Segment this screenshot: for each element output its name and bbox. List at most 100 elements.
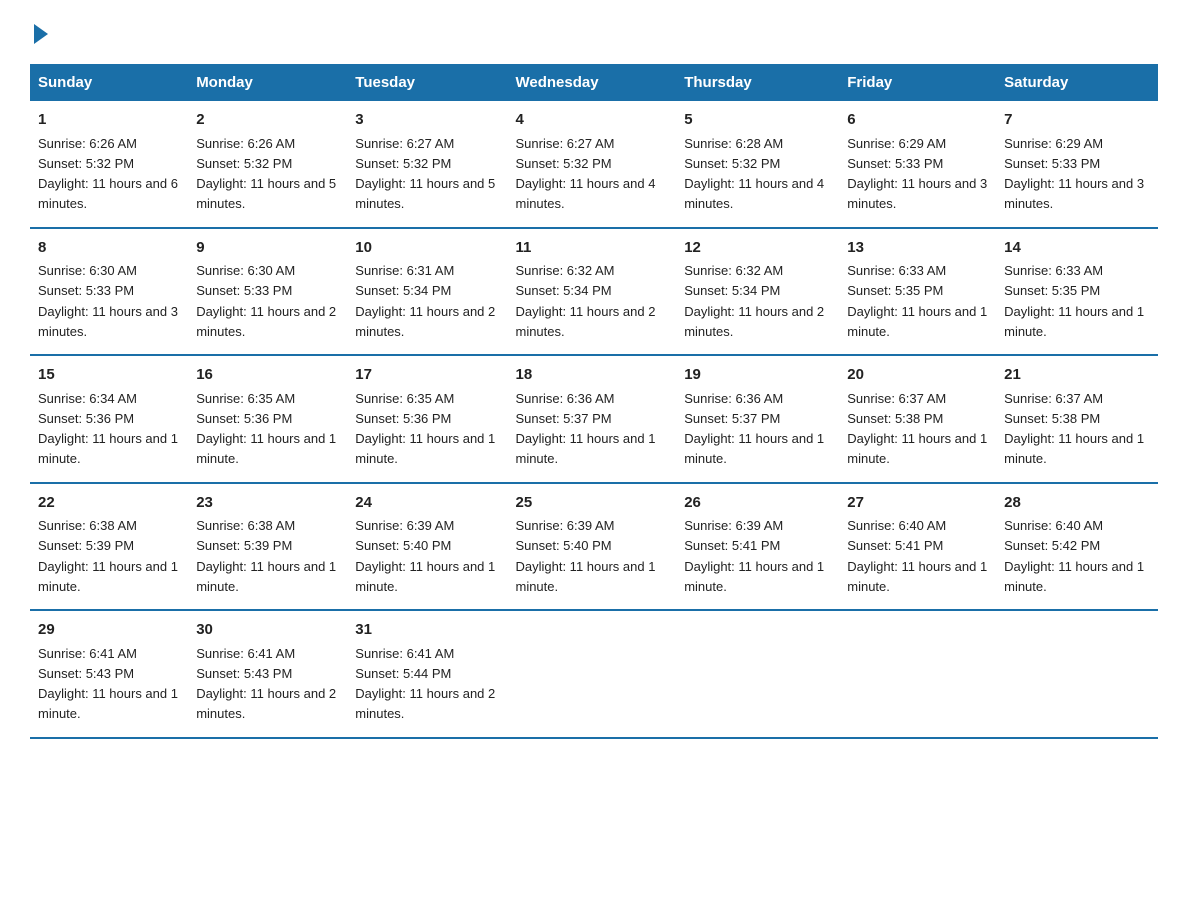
day-cell: 21Sunrise: 6:37 AMSunset: 5:38 PMDayligh… — [996, 355, 1158, 483]
day-number: 25 — [515, 492, 668, 515]
column-header-saturday: Saturday — [996, 64, 1158, 101]
day-number: 20 — [847, 364, 988, 387]
calendar-table: SundayMondayTuesdayWednesdayThursdayFrid… — [30, 64, 1158, 739]
column-header-thursday: Thursday — [676, 64, 839, 101]
column-header-wednesday: Wednesday — [507, 64, 676, 101]
day-cell: 5Sunrise: 6:28 AMSunset: 5:32 PMDaylight… — [676, 101, 839, 228]
day-cell: 11Sunrise: 6:32 AMSunset: 5:34 PMDayligh… — [507, 228, 676, 356]
day-cell: 12Sunrise: 6:32 AMSunset: 5:34 PMDayligh… — [676, 228, 839, 356]
day-cell: 20 Sunrise: 6:37 AMSunset: 5:38 PMDayligh… — [839, 355, 996, 483]
day-number: 31 — [355, 619, 499, 642]
day-number: 19 — [684, 364, 831, 387]
day-number: 26 — [684, 492, 831, 515]
day-info: Sunrise: 6:37 AMSunset: 5:38 PMDaylight:… — [1004, 391, 1144, 467]
day-cell: 24 Sunrise: 6:39 AMSunset: 5:40 PMDayligh… — [347, 483, 507, 611]
day-cell: 15 Sunrise: 6:34 AMSunset: 5:36 PMDayligh… — [30, 355, 188, 483]
day-number: 9 — [196, 237, 339, 260]
day-info: Sunrise: 6:29 AMSunset: 5:33 PMDaylight:… — [847, 136, 987, 212]
day-number: 28 — [1004, 492, 1150, 515]
day-cell: 19 Sunrise: 6:36 AMSunset: 5:37 PMDayligh… — [676, 355, 839, 483]
day-info: Sunrise: 6:27 AMSunset: 5:32 PMDaylight:… — [355, 136, 495, 212]
calendar-body: 1Sunrise: 6:26 AMSunset: 5:32 PMDaylight… — [30, 101, 1158, 738]
day-info: Sunrise: 6:36 AMSunset: 5:37 PMDaylight:… — [515, 391, 655, 467]
day-cell: 16 Sunrise: 6:35 AMSunset: 5:36 PMDayligh… — [188, 355, 347, 483]
day-cell — [996, 610, 1158, 738]
day-number: 17 — [355, 364, 499, 387]
day-cell: 1Sunrise: 6:26 AMSunset: 5:32 PMDaylight… — [30, 101, 188, 228]
day-cell: 6Sunrise: 6:29 AMSunset: 5:33 PMDaylight… — [839, 101, 996, 228]
day-number: 22 — [38, 492, 180, 515]
day-info: Sunrise: 6:41 AMSunset: 5:43 PMDaylight:… — [38, 646, 178, 722]
day-info: Sunrise: 6:39 AMSunset: 5:40 PMDaylight:… — [515, 518, 655, 594]
day-cell: 8 Sunrise: 6:30 AMSunset: 5:33 PMDaylight… — [30, 228, 188, 356]
day-cell — [839, 610, 996, 738]
day-info: Sunrise: 6:34 AMSunset: 5:36 PMDaylight:… — [38, 391, 178, 467]
day-number: 2 — [196, 109, 339, 132]
day-cell: 18 Sunrise: 6:36 AMSunset: 5:37 PMDayligh… — [507, 355, 676, 483]
day-info: Sunrise: 6:28 AMSunset: 5:32 PMDaylight:… — [684, 136, 824, 212]
day-info: Sunrise: 6:33 AMSunset: 5:35 PMDaylight:… — [1004, 263, 1144, 339]
week-row-3: 15 Sunrise: 6:34 AMSunset: 5:36 PMDayligh… — [30, 355, 1158, 483]
day-info: Sunrise: 6:39 AMSunset: 5:41 PMDaylight:… — [684, 518, 824, 594]
day-number: 16 — [196, 364, 339, 387]
day-info: Sunrise: 6:26 AMSunset: 5:32 PMDaylight:… — [196, 136, 336, 212]
day-info: Sunrise: 6:30 AMSunset: 5:33 PMDaylight:… — [196, 263, 336, 339]
day-cell: 4 Sunrise: 6:27 AMSunset: 5:32 PMDaylight… — [507, 101, 676, 228]
day-info: Sunrise: 6:35 AMSunset: 5:36 PMDaylight:… — [196, 391, 336, 467]
week-row-1: 1Sunrise: 6:26 AMSunset: 5:32 PMDaylight… — [30, 101, 1158, 228]
column-header-monday: Monday — [188, 64, 347, 101]
day-cell: 25 Sunrise: 6:39 AMSunset: 5:40 PMDayligh… — [507, 483, 676, 611]
column-header-sunday: Sunday — [30, 64, 188, 101]
day-number: 29 — [38, 619, 180, 642]
day-info: Sunrise: 6:31 AMSunset: 5:34 PMDaylight:… — [355, 263, 495, 339]
day-info: Sunrise: 6:30 AMSunset: 5:33 PMDaylight:… — [38, 263, 178, 339]
day-info: Sunrise: 6:35 AMSunset: 5:36 PMDaylight:… — [355, 391, 495, 467]
day-number: 8 — [38, 237, 180, 260]
week-row-4: 22 Sunrise: 6:38 AMSunset: 5:39 PMDayligh… — [30, 483, 1158, 611]
page-header — [30, 20, 1158, 44]
day-number: 4 — [515, 109, 668, 132]
day-info: Sunrise: 6:40 AMSunset: 5:42 PMDaylight:… — [1004, 518, 1144, 594]
day-cell: 9 Sunrise: 6:30 AMSunset: 5:33 PMDaylight… — [188, 228, 347, 356]
day-cell: 14Sunrise: 6:33 AMSunset: 5:35 PMDayligh… — [996, 228, 1158, 356]
week-row-2: 8 Sunrise: 6:30 AMSunset: 5:33 PMDaylight… — [30, 228, 1158, 356]
day-cell: 27 Sunrise: 6:40 AMSunset: 5:41 PMDayligh… — [839, 483, 996, 611]
day-info: Sunrise: 6:26 AMSunset: 5:32 PMDaylight:… — [38, 136, 178, 212]
header-row: SundayMondayTuesdayWednesdayThursdayFrid… — [30, 64, 1158, 101]
day-cell: 10Sunrise: 6:31 AMSunset: 5:34 PMDayligh… — [347, 228, 507, 356]
day-cell: 17 Sunrise: 6:35 AMSunset: 5:36 PMDayligh… — [347, 355, 507, 483]
day-cell — [507, 610, 676, 738]
day-number: 7 — [1004, 109, 1150, 132]
day-number: 30 — [196, 619, 339, 642]
calendar-header: SundayMondayTuesdayWednesdayThursdayFrid… — [30, 64, 1158, 101]
day-info: Sunrise: 6:41 AMSunset: 5:44 PMDaylight:… — [355, 646, 495, 722]
day-number: 27 — [847, 492, 988, 515]
day-info: Sunrise: 6:38 AMSunset: 5:39 PMDaylight:… — [196, 518, 336, 594]
day-info: Sunrise: 6:41 AMSunset: 5:43 PMDaylight:… — [196, 646, 336, 722]
logo-arrow-icon — [34, 24, 48, 44]
day-info: Sunrise: 6:40 AMSunset: 5:41 PMDaylight:… — [847, 518, 987, 594]
week-row-5: 29 Sunrise: 6:41 AMSunset: 5:43 PMDayligh… — [30, 610, 1158, 738]
day-number: 18 — [515, 364, 668, 387]
day-number: 3 — [355, 109, 499, 132]
day-info: Sunrise: 6:38 AMSunset: 5:39 PMDaylight:… — [38, 518, 178, 594]
day-number: 24 — [355, 492, 499, 515]
day-cell: 26 Sunrise: 6:39 AMSunset: 5:41 PMDayligh… — [676, 483, 839, 611]
day-info: Sunrise: 6:39 AMSunset: 5:40 PMDaylight:… — [355, 518, 495, 594]
column-header-tuesday: Tuesday — [347, 64, 507, 101]
day-info: Sunrise: 6:37 AMSunset: 5:38 PMDaylight:… — [847, 391, 987, 467]
day-cell: 22 Sunrise: 6:38 AMSunset: 5:39 PMDayligh… — [30, 483, 188, 611]
day-info: Sunrise: 6:36 AMSunset: 5:37 PMDaylight:… — [684, 391, 824, 467]
day-cell — [676, 610, 839, 738]
day-info: Sunrise: 6:27 AMSunset: 5:32 PMDaylight:… — [515, 136, 655, 212]
day-cell: 29 Sunrise: 6:41 AMSunset: 5:43 PMDayligh… — [30, 610, 188, 738]
day-number: 12 — [684, 237, 831, 260]
day-number: 23 — [196, 492, 339, 515]
day-number: 13 — [847, 237, 988, 260]
day-number: 11 — [515, 237, 668, 260]
day-cell: 23 Sunrise: 6:38 AMSunset: 5:39 PMDayligh… — [188, 483, 347, 611]
day-cell: 3 Sunrise: 6:27 AMSunset: 5:32 PMDaylight… — [347, 101, 507, 228]
day-number: 15 — [38, 364, 180, 387]
column-header-friday: Friday — [839, 64, 996, 101]
day-cell: 13Sunrise: 6:33 AMSunset: 5:35 PMDayligh… — [839, 228, 996, 356]
